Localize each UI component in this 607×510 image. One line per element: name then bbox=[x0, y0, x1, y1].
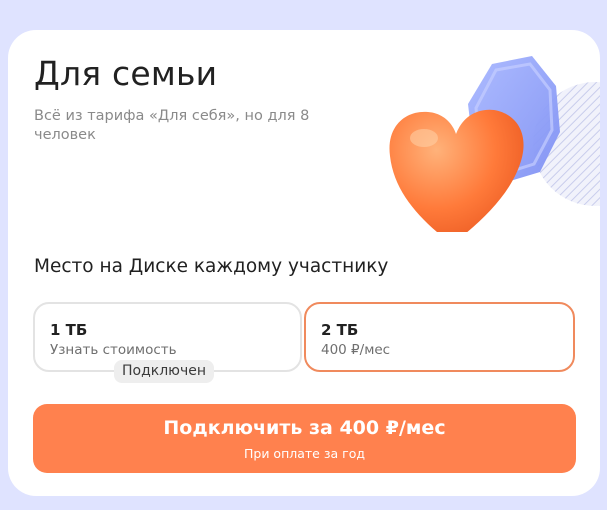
heart-shape bbox=[389, 109, 524, 244]
family-plan-card: Для семьи Всё из тарифа «Для себя», но д… bbox=[8, 30, 600, 496]
option-size: 1 ТБ bbox=[50, 321, 88, 339]
plan-subtitle: Всё из тарифа «Для себя», но для 8 челов… bbox=[34, 108, 310, 143]
connect-button[interactable]: Подключить за 400 ₽/мес При оплате за го… bbox=[33, 404, 576, 473]
connect-button-note: При оплате за год bbox=[244, 446, 365, 461]
option-price-text: 400 ₽/мес bbox=[321, 342, 391, 358]
option-price-text: Узнать стоимость bbox=[50, 342, 177, 358]
plan-title: Для семьи bbox=[34, 54, 218, 93]
connect-button-label: Подключить за 400 ₽/мес bbox=[163, 417, 446, 439]
storage-section-title: Место на Диске каждому участнику bbox=[34, 256, 389, 277]
option-size: 2 ТБ bbox=[321, 321, 359, 339]
connected-badge: Подключен bbox=[114, 360, 214, 383]
storage-option-2tb[interactable]: 2 ТБ 400 ₽/мес bbox=[304, 302, 575, 372]
heart-illustration bbox=[380, 52, 600, 244]
